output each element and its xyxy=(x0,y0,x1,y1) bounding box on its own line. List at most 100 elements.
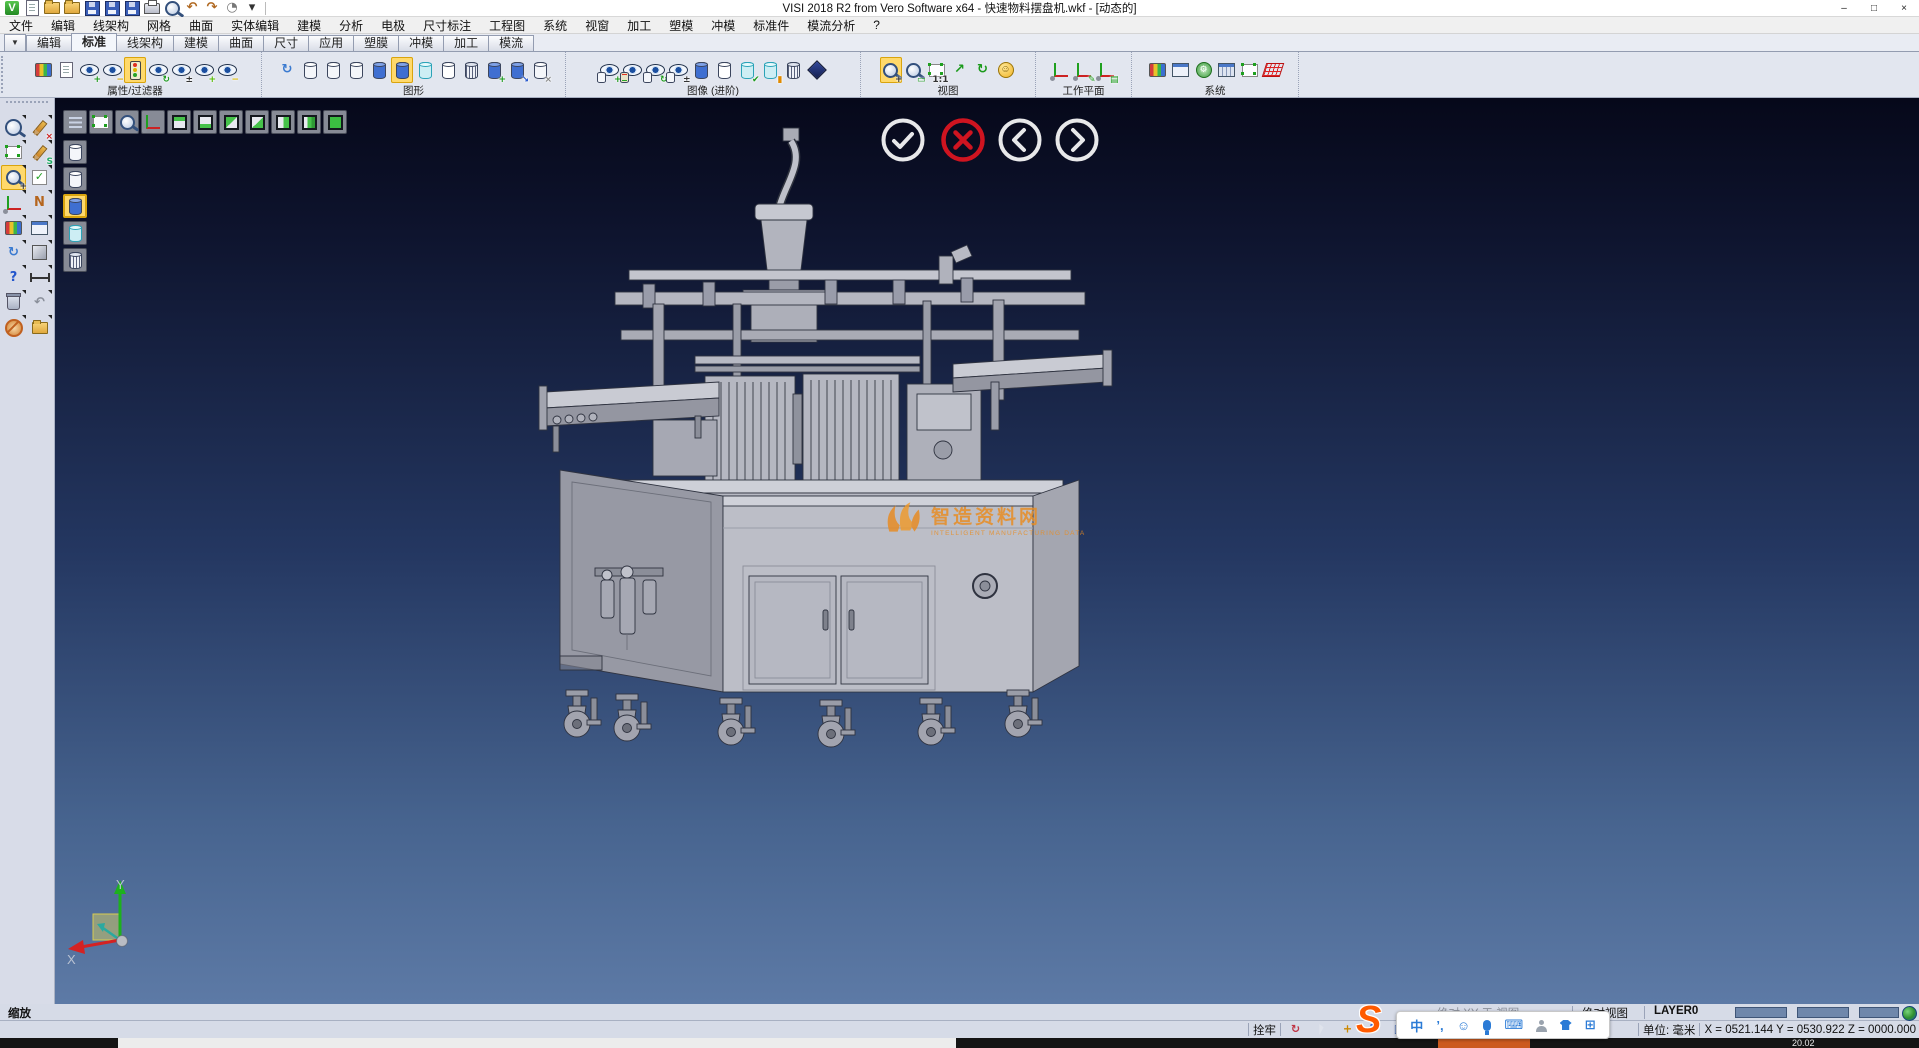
visi-logo-icon[interactable]: V xyxy=(3,0,21,16)
hide-all-icon[interactable]: − xyxy=(216,57,238,83)
transform-icon[interactable]: ↻ xyxy=(1285,1022,1305,1038)
print-preview-icon[interactable] xyxy=(163,0,181,16)
ime-chinese-mode-icon[interactable]: 中 xyxy=(1410,1016,1423,1035)
minimize-button[interactable]: – xyxy=(1829,0,1859,16)
toggle-visibility-icon[interactable]: ± xyxy=(170,57,192,83)
globe-icon[interactable] xyxy=(1902,1006,1917,1021)
machine-geometry[interactable] xyxy=(539,128,1112,747)
tab-dimension[interactable]: 尺寸 xyxy=(263,35,309,51)
zoom-dynamic-icon[interactable] xyxy=(1,115,26,140)
menu-item[interactable]: 实体编辑 xyxy=(222,17,288,34)
menu-item[interactable]: 加工 xyxy=(618,17,660,34)
regen-icon[interactable]: ↻ xyxy=(1,240,26,265)
advanced-refresh-icon[interactable]: ↻ xyxy=(645,57,667,83)
selection-options-icon[interactable] xyxy=(1239,57,1261,83)
grid-settings-icon[interactable] xyxy=(1216,57,1238,83)
menu-item[interactable]: 文件 xyxy=(0,17,42,34)
color-palette-icon[interactable] xyxy=(1147,57,1169,83)
menu-item[interactable]: 工程图 xyxy=(480,17,534,34)
workplane-edit-icon[interactable]: ✎ xyxy=(1073,57,1095,83)
sketch-spline-icon[interactable]: S xyxy=(27,140,52,165)
shade-solid-icon[interactable] xyxy=(63,194,87,218)
shading-cube-icon[interactable] xyxy=(27,240,52,265)
zoom-solid-icon[interactable]: + xyxy=(1,165,26,190)
shade-mesh-icon[interactable] xyxy=(63,248,87,272)
delete-trash-icon[interactable] xyxy=(1,290,26,315)
pan-view-icon[interactable]: ↗ xyxy=(949,57,971,83)
maximize-button[interactable]: □ xyxy=(1859,0,1889,16)
translucent-mode-icon[interactable] xyxy=(414,57,436,83)
taskbar-search-box[interactable] xyxy=(118,1038,956,1048)
close-button[interactable]: × xyxy=(1889,0,1919,16)
copy-attributes-icon[interactable] xyxy=(55,57,77,83)
wire-view-icon[interactable] xyxy=(783,57,805,83)
zoom-window-icon[interactable]: ▭ xyxy=(903,57,925,83)
ime-logo-icon[interactable]: S xyxy=(1356,1000,1381,1040)
shade-import-icon[interactable]: ↘ xyxy=(506,57,528,83)
zoom-window-icon[interactable] xyxy=(1,140,26,165)
ghost-view-icon[interactable] xyxy=(714,57,736,83)
toolbox-helm-icon[interactable] xyxy=(1,315,26,340)
wireframe-mode-icon[interactable] xyxy=(299,57,321,83)
advanced-filter-icon[interactable] xyxy=(622,57,644,83)
tab-flow[interactable]: 模流 xyxy=(488,35,534,51)
dashed-hidden-mode-icon[interactable] xyxy=(345,57,367,83)
snap-icon[interactable]: + xyxy=(1337,1022,1357,1038)
solid-view-icon[interactable] xyxy=(691,57,713,83)
menu-item[interactable]: 塑模 xyxy=(660,17,702,34)
3d-viewport[interactable]: 智造资料网 INTELLIGENT MANUFACTURING DATA Y X xyxy=(55,98,1919,1004)
shaded-edges-mode-icon[interactable] xyxy=(391,57,413,83)
menu-item[interactable]: 线架构 xyxy=(84,17,138,34)
menu-item[interactable]: 标准件 xyxy=(744,17,798,34)
tagged-view-icon[interactable]: ▮ xyxy=(760,57,782,83)
show-all-icon[interactable]: + xyxy=(193,57,215,83)
ime-skin-icon[interactable] xyxy=(1560,1020,1572,1030)
layer-color-swatch[interactable] xyxy=(1859,1007,1899,1018)
zoom-extents-icon[interactable] xyxy=(89,110,113,134)
view-right-icon[interactable] xyxy=(271,110,295,134)
verified-view-icon[interactable]: ✔ xyxy=(737,57,759,83)
view-shaded-icon[interactable] xyxy=(323,110,347,134)
gem-view-icon[interactable] xyxy=(806,57,828,83)
hidden-line-mode-icon[interactable] xyxy=(322,57,344,83)
view-back-icon[interactable] xyxy=(245,110,269,134)
axes-triad-icon[interactable] xyxy=(141,110,165,134)
ime-toolbox-icon[interactable]: ⊞ xyxy=(1585,1017,1596,1033)
ucs-axis-icon[interactable] xyxy=(1,190,26,215)
lock-toggle[interactable]: 拴牢 xyxy=(1253,1022,1276,1038)
layer-color-swatch[interactable] xyxy=(1735,1007,1787,1018)
shaded-mode-icon[interactable] xyxy=(368,57,390,83)
ime-keyboard-icon[interactable]: ⌨ xyxy=(1504,1017,1523,1033)
system-settings-icon[interactable]: ⚙ xyxy=(1193,57,1215,83)
tab-edit[interactable]: 编辑 xyxy=(26,35,72,51)
cursor-select-icon[interactable] xyxy=(1311,1022,1331,1038)
view-front-icon[interactable] xyxy=(219,110,243,134)
tab-modeling[interactable]: 建模 xyxy=(173,35,219,51)
menu-item[interactable]: 电极 xyxy=(372,17,414,34)
save-as-icon[interactable] xyxy=(103,0,121,16)
zoom-dynamic-icon[interactable] xyxy=(115,110,139,134)
open-recent-icon[interactable] xyxy=(63,0,81,16)
shade-translucent-icon[interactable] xyxy=(63,221,87,245)
layers-attributes-icon[interactable] xyxy=(1,215,26,240)
units-indicator[interactable]: 单位: 毫米 xyxy=(1643,1022,1695,1038)
render-smiley-icon[interactable]: ☺ xyxy=(995,57,1017,83)
menu-item[interactable]: 视窗 xyxy=(576,17,618,34)
measure-distance-icon[interactable] xyxy=(27,265,52,290)
ime-microphone-icon[interactable] xyxy=(1483,1020,1491,1031)
undo-step-icon[interactable]: ↶ xyxy=(27,290,52,315)
menu-item[interactable]: 分析 xyxy=(330,17,372,34)
next-button[interactable] xyxy=(1054,117,1100,163)
advanced-toggle-icon[interactable]: ± xyxy=(668,57,690,83)
menu-item[interactable]: 建模 xyxy=(288,17,330,34)
menu-item[interactable]: 尺寸标注 xyxy=(414,17,480,34)
zoom-in-icon[interactable]: + xyxy=(880,57,902,83)
display-settings-icon[interactable] xyxy=(1170,57,1192,83)
menu-item[interactable]: 冲模 xyxy=(702,17,744,34)
tab-wireframe[interactable]: 线架构 xyxy=(116,35,174,51)
toolbar-grip[interactable] xyxy=(1,56,8,93)
view-isometric-icon[interactable] xyxy=(297,110,321,134)
menu-item[interactable]: 模流分析 xyxy=(798,17,864,34)
open-project-icon[interactable] xyxy=(27,315,52,340)
menu-item[interactable]: 曲面 xyxy=(180,17,222,34)
